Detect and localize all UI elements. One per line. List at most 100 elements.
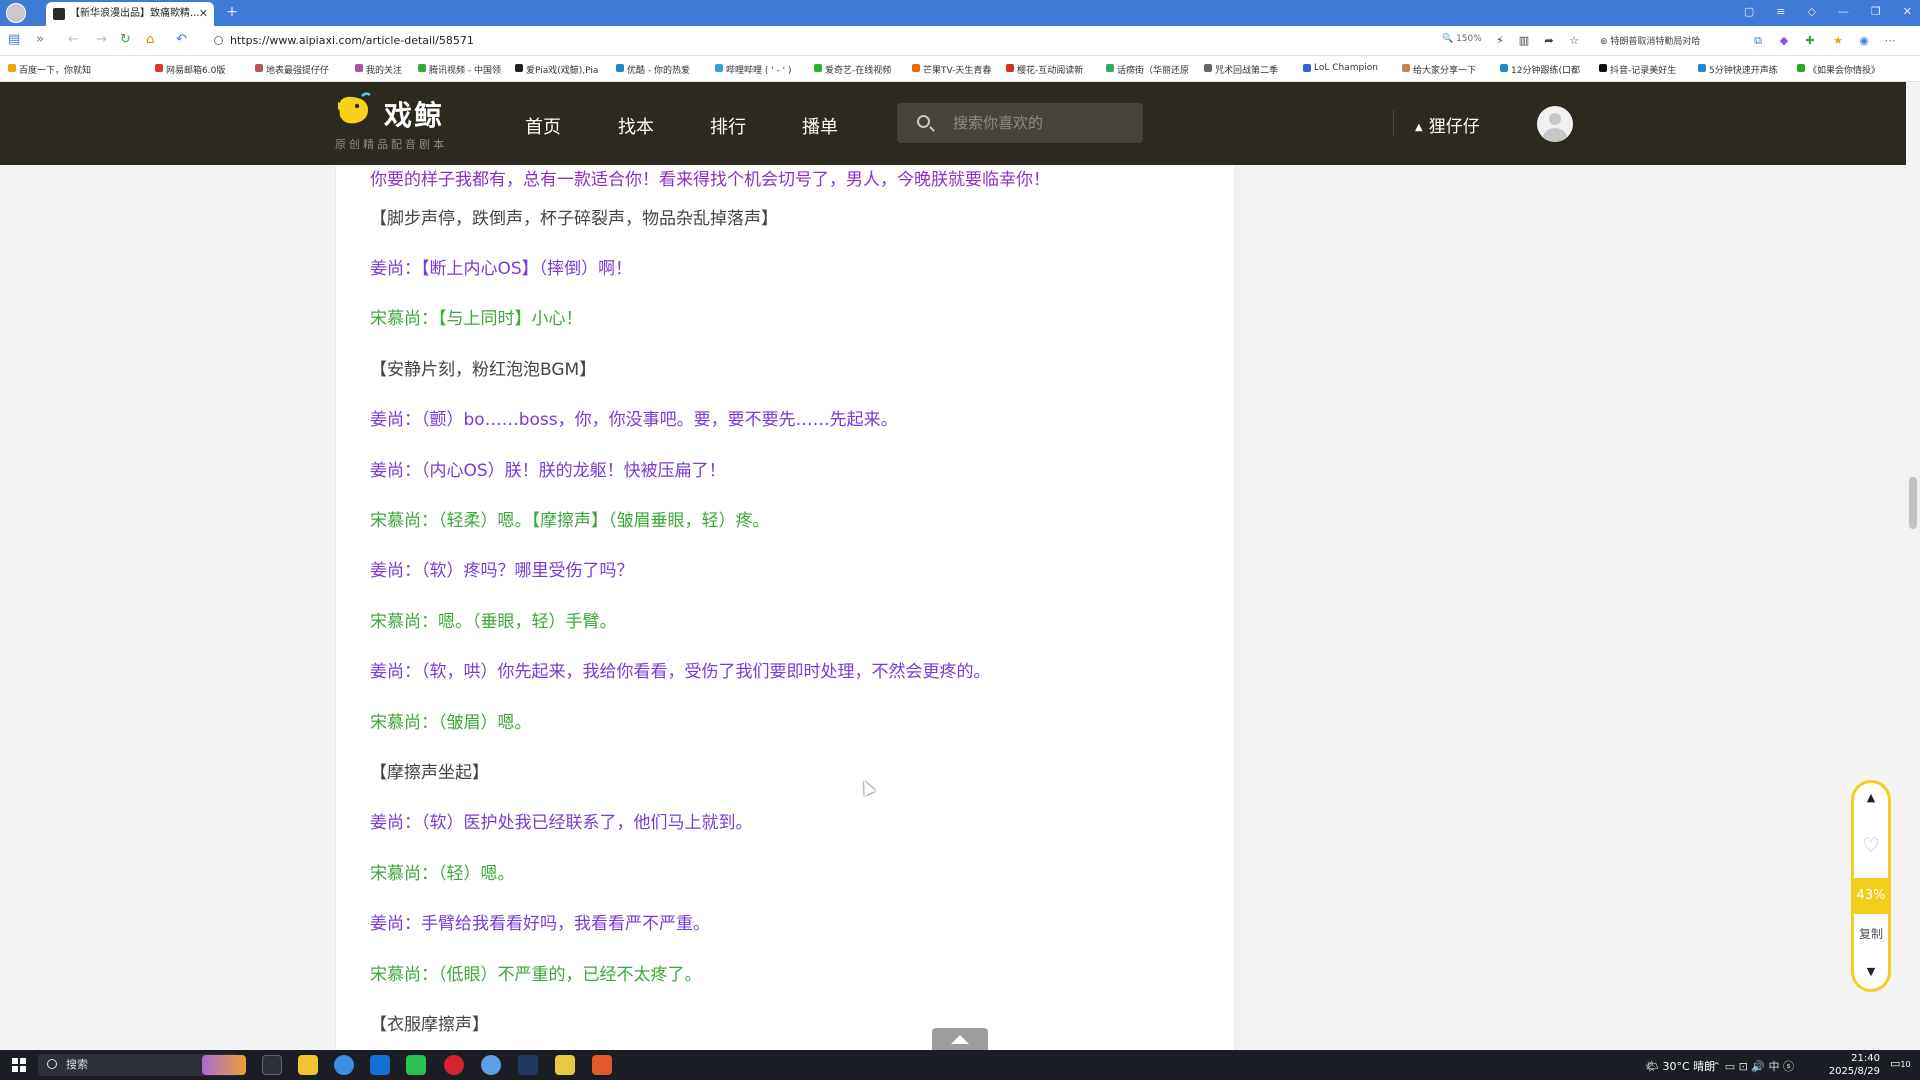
file-explorer-icon[interactable] xyxy=(298,1055,318,1075)
bookmark-item[interactable]: 《如果会你情投》 xyxy=(1797,63,1880,76)
reading-progress: 43% xyxy=(1854,878,1888,914)
restore-icon[interactable]: ❐ xyxy=(1871,2,1881,22)
nav-home[interactable]: 首页 xyxy=(525,113,561,139)
script-line: 宋慕尚：【与上同时】小心！ xyxy=(370,309,583,330)
puzzle-icon[interactable]: ✚ xyxy=(1804,35,1816,47)
bookmarks-bar: 百度一下，你就知 网易邮箱6.0版 地表最强提仔仔 我的关注 腾讯视频 - 中国… xyxy=(0,56,1920,82)
avatar-head-shape xyxy=(1549,113,1561,125)
bookmark-item[interactable]: 优酷 - 你的热爱 xyxy=(616,63,690,76)
bookmark-item[interactable]: 百度一下，你就知 xyxy=(8,63,91,76)
browser-profile-avatar[interactable] xyxy=(6,3,26,23)
ps-app-icon[interactable] xyxy=(370,1055,390,1075)
script-line: 宋慕尚：（轻柔）嗯。【摩擦声】（皱眉垂眼，轻）疼。 xyxy=(370,511,770,532)
bookmark-item[interactable]: 给大家分享一下 xyxy=(1402,63,1476,76)
notification-count: 10 xyxy=(1900,1060,1911,1069)
bookmark-item[interactable]: 咒术回战第二季 xyxy=(1204,63,1278,76)
bookmark-item[interactable]: 地表最强提仔仔 xyxy=(255,63,329,76)
menu-icon[interactable]: ≡ xyxy=(1776,2,1785,22)
wechat-icon[interactable] xyxy=(406,1055,426,1075)
bookmark-star-icon[interactable]: ☆ xyxy=(1568,35,1580,47)
address-bar[interactable]: https://www.aipiaxi.com/article-detail/5… xyxy=(210,29,1460,53)
extension-icon[interactable]: ◆ xyxy=(1778,35,1790,47)
bookmark-item[interactable]: LoL Champion xyxy=(1303,63,1378,73)
bookmark-item[interactable]: 哔哩哔哩 ( ' - ' ) xyxy=(715,63,792,76)
heart-icon[interactable]: ♡ xyxy=(1854,833,1888,857)
site-favicon-icon xyxy=(53,8,65,20)
window-close-icon[interactable]: ✕ xyxy=(1903,2,1912,22)
zoom-value: 150% xyxy=(1456,34,1482,44)
netease-music-icon[interactable] xyxy=(444,1055,464,1075)
scroll-top-icon[interactable]: ▲ xyxy=(1854,791,1888,804)
scroll-bottom-icon[interactable]: ▼ xyxy=(1854,965,1888,978)
caret-up-icon: ▲ xyxy=(1415,122,1423,133)
copy-button[interactable]: 复制 xyxy=(1854,925,1888,942)
more-icon[interactable]: ⋯ xyxy=(1884,35,1896,47)
site-logo-text[interactable]: 戏鲸 xyxy=(384,94,444,134)
page-scrollbar[interactable] xyxy=(1906,165,1920,1050)
bookmark-item[interactable]: 腾讯视频 - 中国领 xyxy=(418,63,501,76)
skin-icon[interactable]: ◇ xyxy=(1807,2,1815,22)
reader-icon[interactable]: ▥ xyxy=(1518,35,1530,47)
search-box[interactable] xyxy=(897,103,1143,143)
bookmark-item[interactable]: 话痨街（华丽还原 xyxy=(1106,63,1189,76)
reading-tool-panel: ▲ ♡ 43% 复制 ▼ xyxy=(1851,780,1891,992)
favorites-icon[interactable]: ★ xyxy=(1832,35,1844,47)
whale-logo-icon[interactable] xyxy=(336,92,372,126)
forward-icon[interactable]: → xyxy=(96,32,107,47)
notification-icon[interactable]: ▭10 xyxy=(1890,1057,1911,1070)
translate-icon[interactable]: ⧉ xyxy=(1752,35,1764,47)
start-windows-icon[interactable] xyxy=(12,1058,26,1072)
script-line: 宋慕尚：嗯。（垂眼，轻）手臂。 xyxy=(370,611,617,632)
bookmark-item[interactable]: 爱奇艺-在线视频 xyxy=(814,63,891,76)
tab-close-icon[interactable]: ✕ xyxy=(199,2,208,26)
forward-chevrons-icon[interactable]: » xyxy=(36,32,44,47)
account-icon[interactable]: ◉ xyxy=(1858,35,1870,47)
nav-ranking[interactable]: 排行 xyxy=(710,113,746,139)
home-icon[interactable]: ⌂ xyxy=(146,32,154,47)
bookmark-item[interactable]: 爱Pia戏(戏鲸),Pia xyxy=(515,63,598,76)
bookmark-item[interactable]: 抖音-记录美好生 xyxy=(1599,63,1676,76)
new-tab-icon[interactable]: + xyxy=(224,4,240,20)
nav-playlist[interactable]: 播单 xyxy=(802,113,838,139)
app-active-icon[interactable] xyxy=(555,1055,575,1075)
collapse-up-button[interactable] xyxy=(932,1028,988,1050)
site-slogan: 原创精品配音剧本 xyxy=(335,138,447,151)
avatar[interactable] xyxy=(1537,106,1573,142)
window-controls: ▢ ≡ ◇ — ❐ ✕ xyxy=(1744,2,1912,22)
back-icon[interactable]: ← xyxy=(68,32,79,47)
browser-app-icon-2[interactable] xyxy=(481,1055,501,1075)
undo-icon[interactable]: ↶ xyxy=(176,32,187,47)
user-menu[interactable]: ▲ 狸仔仔 xyxy=(1415,112,1480,137)
script-line: 【摩擦声坐起】 xyxy=(370,762,489,783)
news-ticker[interactable]: ⊛ 特朗普取消特勤局对哈 xyxy=(1600,34,1700,47)
search-input[interactable] xyxy=(953,103,1133,143)
steam-icon[interactable] xyxy=(518,1055,538,1075)
share-icon[interactable]: ➦ xyxy=(1543,35,1555,47)
bookmark-item[interactable]: 12分钟跟练(口都 xyxy=(1500,63,1580,76)
refresh-icon[interactable]: ↻ xyxy=(120,32,131,47)
taskbar-clock[interactable]: 21:40 2025/8/29 xyxy=(1828,1052,1880,1078)
nav-find-script[interactable]: 找本 xyxy=(618,113,654,139)
lightning-icon[interactable]: ⚡ xyxy=(1494,35,1506,47)
news-ticker-text: 特朗普取消特勤局对哈 xyxy=(1610,37,1701,47)
scrollbar-thumb[interactable] xyxy=(1909,477,1917,529)
bookmark-item[interactable]: 5分钟快速开声练 xyxy=(1698,63,1778,76)
taskbar-widget-image[interactable] xyxy=(202,1055,246,1075)
system-tray[interactable]: ⌃ ▭ ⊡ 🔊 中 ⓢ xyxy=(1712,1058,1794,1074)
bookmark-item[interactable]: 网易邮箱6.0版 xyxy=(155,63,225,76)
task-view-icon[interactable] xyxy=(262,1055,282,1075)
wps-icon[interactable] xyxy=(592,1055,612,1075)
bookmark-item[interactable]: 我的关注 xyxy=(355,63,402,76)
user-name: 狸仔仔 xyxy=(1428,117,1480,137)
search-icon[interactable] xyxy=(917,115,930,128)
browser-app-icon[interactable] xyxy=(334,1055,354,1075)
sidebar-panel-icon[interactable]: ▤ xyxy=(8,32,20,47)
weather-widget[interactable]: 🌤 30°C 晴朗 xyxy=(1645,1058,1715,1074)
browser-tab-active[interactable]: 【新华浪漫出品】致痛欺精... ✕ xyxy=(46,2,214,26)
sidebar-toggle-icon[interactable]: ▢ xyxy=(1744,2,1754,22)
zoom-level[interactable]: 🔍 150% xyxy=(1442,34,1482,44)
bookmark-item[interactable]: 芒果TV-天生青春 xyxy=(912,63,991,76)
ime-indicator[interactable]: 中 xyxy=(1769,1060,1780,1073)
bookmark-item[interactable]: 樱花-互动阅读新 xyxy=(1006,63,1083,76)
minimize-icon[interactable]: — xyxy=(1838,2,1849,22)
